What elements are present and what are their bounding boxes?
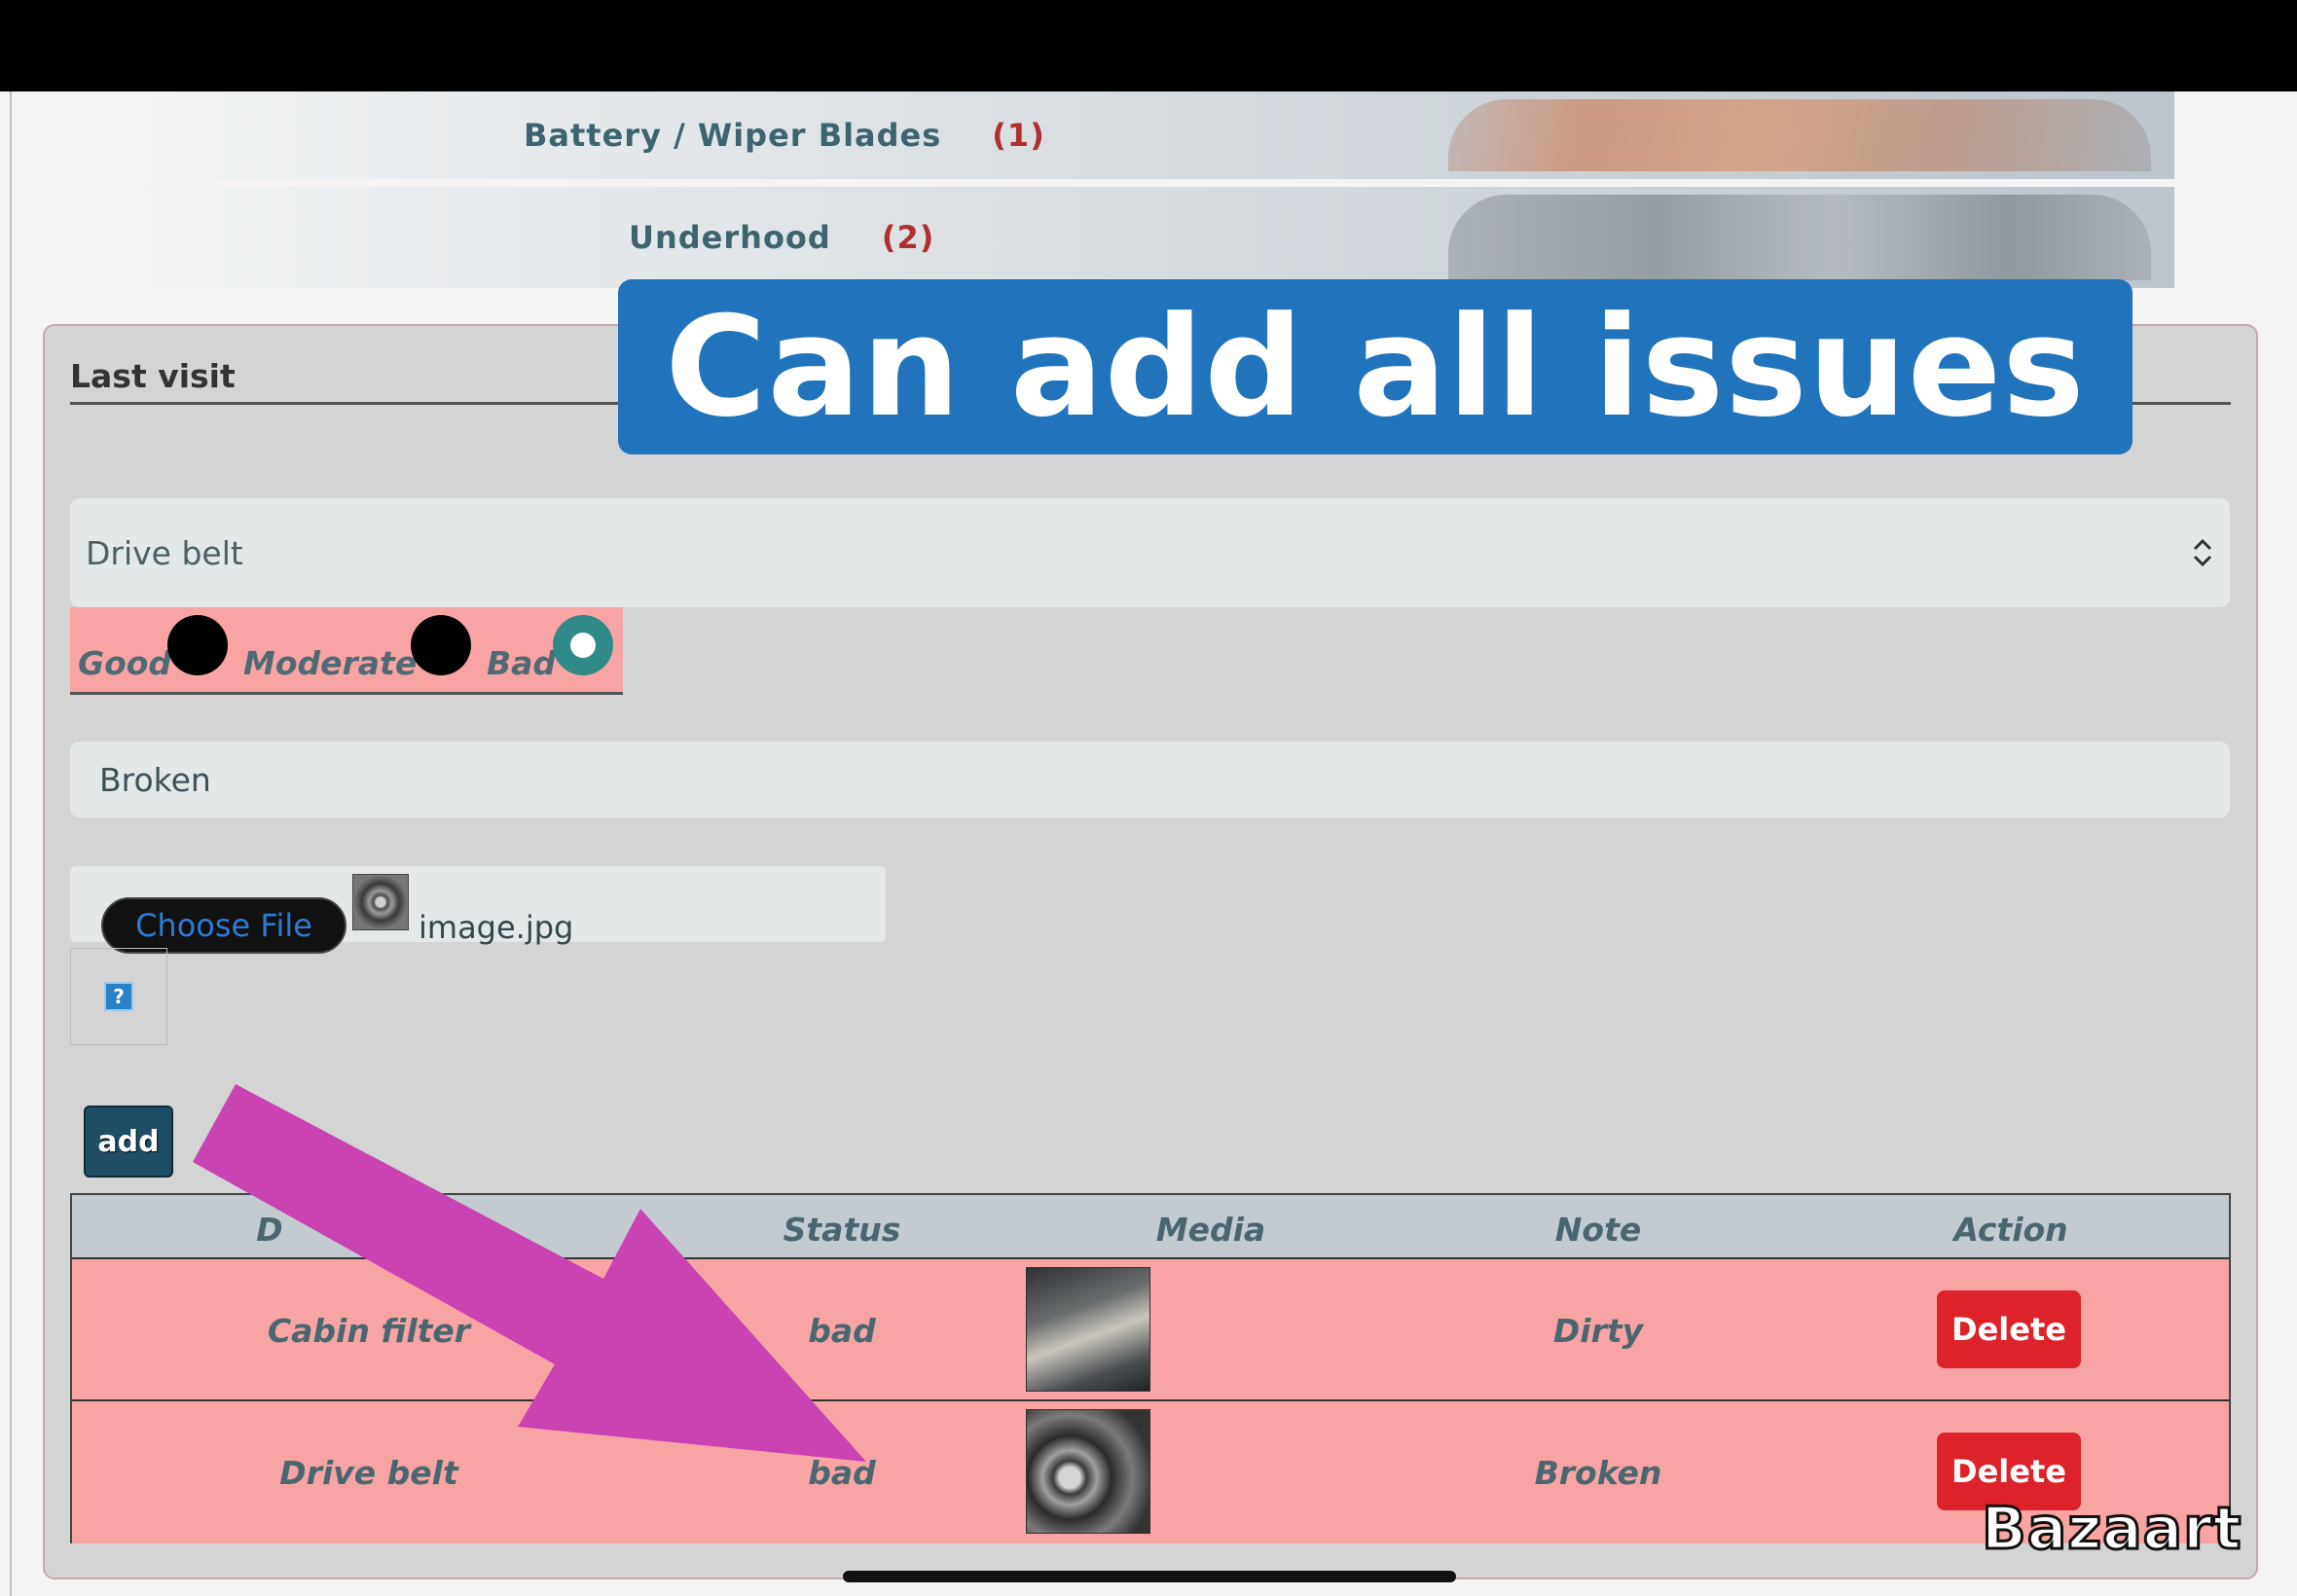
status-bar [0, 0, 2297, 91]
overlay-caption: Can add all issues [618, 279, 2133, 454]
column-header-media: Media [1155, 1211, 1266, 1249]
help-box: ? [70, 948, 167, 1045]
add-button[interactable]: add [84, 1106, 173, 1178]
file-thumbnail-image [352, 874, 409, 930]
status-radio-group: Good Moderate Bad [70, 607, 623, 695]
help-icon[interactable]: ? [104, 982, 133, 1011]
radio-bad[interactable] [553, 615, 613, 675]
home-indicator [843, 1571, 1456, 1582]
radio-label-good: Good [78, 644, 172, 682]
column-header-note: Note [1554, 1211, 1642, 1249]
card-title: Last visit [70, 357, 236, 395]
category-underhood[interactable]: Underhood (2) [125, 187, 2174, 288]
category-count: (1) [992, 117, 1045, 154]
radio-good[interactable] [167, 615, 228, 675]
column-header-action: Action [1953, 1211, 2068, 1249]
select-chevron-icon [2193, 538, 2212, 567]
file-name: image.jpg [419, 909, 574, 946]
category-name: Underhood [629, 219, 831, 256]
component-select-value: Drive belt [86, 533, 243, 572]
radio-label-bad: Bad [487, 644, 557, 682]
cell-media-image[interactable] [1026, 1409, 1150, 1534]
category-count: (2) [881, 219, 935, 256]
note-input[interactable]: Broken [70, 742, 2230, 817]
category-thumbnail-image [1448, 195, 2151, 280]
cell-media-image[interactable] [1026, 1267, 1150, 1392]
cell-note: Dirty [1552, 1312, 1644, 1350]
category-label: Battery / Wiper Blades (1) [524, 91, 1045, 179]
category-thumbnail-image [1448, 99, 2151, 171]
watermark-logo: Bazaart [1980, 1494, 2242, 1565]
category-label: Underhood (2) [629, 187, 934, 288]
component-select[interactable]: Drive belt [70, 498, 2230, 607]
category-battery-wiper-blades[interactable]: Battery / Wiper Blades (1) [125, 91, 2174, 179]
delete-button[interactable]: Delete [1937, 1290, 2081, 1368]
radio-label-moderate: Moderate [243, 644, 418, 682]
cell-note: Broken [1534, 1454, 1662, 1492]
file-upload: Choose File image.jpg [70, 866, 886, 954]
choose-file-button[interactable]: Choose File [101, 897, 346, 954]
category-name: Battery / Wiper Blades [524, 117, 942, 154]
radio-moderate[interactable] [411, 615, 471, 675]
page-edge-divider [10, 91, 12, 1596]
annotation-arrow-icon [193, 1084, 866, 1462]
